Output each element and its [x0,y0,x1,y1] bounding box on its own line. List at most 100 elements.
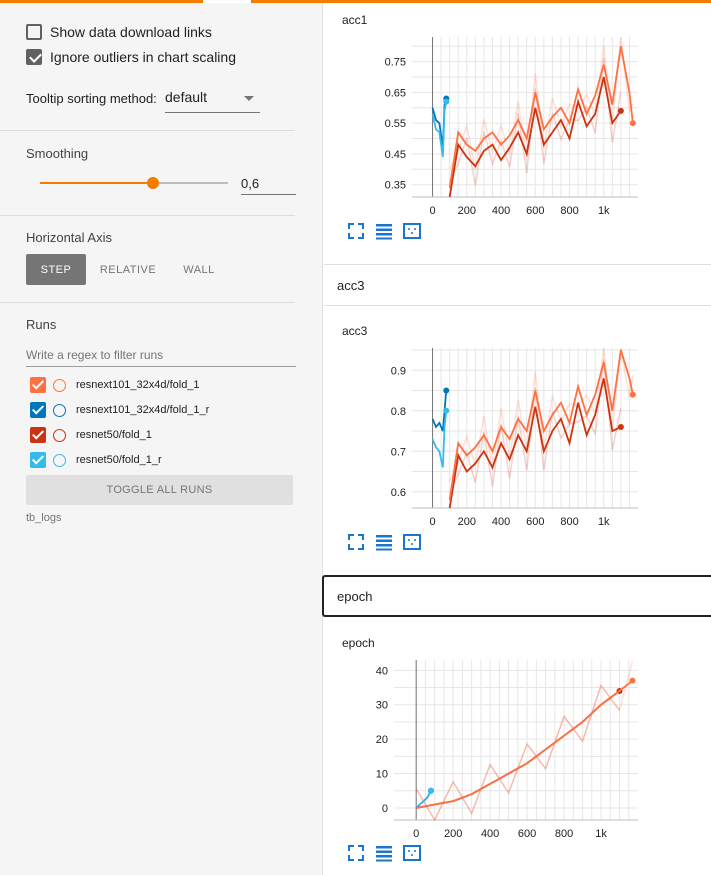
x-tick-label: 0 [429,205,435,217]
series-end-point [629,391,636,398]
run-filter-input[interactable]: Write a regex to filter runs [26,345,296,367]
run-color-circle-icon[interactable] [53,453,66,467]
series-raw-line [415,661,634,822]
chart-title: epoch [342,636,375,650]
chart-acc1[interactable]: 0 200 400 600 800 1k 0.35 0.45 0.55 0.65 0.75 [364,35,644,225]
x-tick-label: 400 [492,205,510,217]
smoothing-slider-handle[interactable] [146,177,159,189]
x-tick-label: 200 [458,205,476,217]
y-tick-label: 0.65 [385,87,406,99]
divider [0,215,295,216]
fullscreen-icon[interactable] [346,843,366,863]
x-tick-label: 800 [560,205,578,217]
smoothing-slider[interactable] [40,177,228,189]
chart-acc3[interactable]: 0 200 400 600 800 1k 0.6 0.7 0.8 0.9 [364,346,644,536]
run-name: resnext101_32x4d/fold_1_r [76,404,210,416]
fit-domain-icon[interactable] [402,221,422,241]
smoothing-input[interactable]: 0,6 [241,173,296,195]
x-tick-label: 400 [492,516,510,528]
tooltip-sort-label: Tooltip sorting method: [26,91,157,106]
fullscreen-icon[interactable] [346,221,366,241]
run-item[interactable]: resnet50/fold_1_r [30,451,162,469]
chart-title: acc1 [342,13,368,27]
series-raw-line [448,36,634,171]
fullscreen-icon[interactable] [346,532,366,552]
chart-toolbar [346,221,430,241]
axis-wall-button[interactable]: WALL [172,254,226,285]
series-end-point [617,107,624,114]
toggle-all-runs-button[interactable]: TOGGLE ALL RUNS [26,475,293,505]
show-download-links-toggle[interactable]: Show data download links [26,22,212,42]
y-tick-label: 0.7 [391,446,406,458]
run-name: resnet50/fold_1_r [76,454,162,466]
run-name: resnext101_32x4d/fold_1 [76,379,200,391]
x-tick-label: 400 [481,828,499,840]
chart-toolbar [346,532,430,552]
series-end-point [443,387,450,394]
checkbox-checked-icon[interactable] [26,49,42,65]
run-checkbox-icon[interactable] [30,377,46,393]
axis-step-button[interactable]: STEP [26,254,86,285]
run-color-circle-icon[interactable] [53,403,66,417]
y-tick-label: 0.75 [385,57,406,69]
series-end-point [617,423,624,430]
run-color-circle-icon[interactable] [53,428,66,442]
group-header-epoch[interactable]: epoch [322,575,711,617]
chart-title: acc3 [342,324,368,338]
ignore-outliers-label: Ignore outliers in chart scaling [50,49,236,65]
x-tick-label: 0 [429,516,435,528]
y-tick-label: 0.9 [391,365,406,377]
y-tick-label: 0.6 [391,487,406,499]
divider [0,302,295,303]
data-table-icon[interactable] [374,532,394,552]
y-tick-label: 10 [376,769,388,781]
fit-domain-icon[interactable] [402,532,422,552]
fit-domain-icon[interactable] [402,843,422,863]
series-end-point [427,787,434,794]
checkbox-icon[interactable] [26,24,42,40]
y-tick-label: 0.35 [385,180,406,192]
y-tick-label: 40 [376,665,388,677]
y-tick-label: 0.55 [385,118,406,130]
run-item[interactable]: resnext101_32x4d/fold_1_r [30,401,209,419]
series-end-point [443,407,450,414]
chart-epoch[interactable]: 0 200 400 600 800 1k 0 10 20 30 40 [354,658,644,848]
run-name: resnet50/fold_1 [76,429,152,441]
tooltip-sort-value: default [165,89,208,105]
y-tick-label: 0.45 [385,149,406,161]
x-tick-label: 0 [413,828,419,840]
run-checkbox-icon[interactable] [30,452,46,468]
x-tick-label: 600 [526,516,544,528]
sidebar: Show data download links Ignore outliers… [0,3,323,875]
smoothing-slider-fill [40,182,153,184]
run-item[interactable]: resnet50/fold_1 [30,426,152,444]
x-tick-label: 800 [555,828,573,840]
horizontal-axis-label: Horizontal Axis [26,230,112,245]
show-download-links-label: Show data download links [50,24,212,40]
series-end-point [443,98,450,105]
x-tick-label: 1k [598,516,610,528]
x-tick-label: 800 [560,516,578,528]
run-checkbox-icon[interactable] [30,402,46,418]
dropdown-arrow-icon [244,96,254,101]
main-panel: acc1 0 200 400 600 800 1k 0.35 0.45 0.55 0.65 0.75… [322,3,711,875]
series-end-point [629,677,636,684]
axis-relative-button[interactable]: RELATIVE [96,254,160,285]
run-item[interactable]: resnext101_32x4d/fold_1 [30,376,200,394]
x-tick-label: 600 [526,205,544,217]
y-tick-label: 0.8 [391,406,406,418]
data-table-icon[interactable] [374,221,394,241]
x-tick-label: 200 [458,516,476,528]
x-tick-label: 1k [595,828,607,840]
data-table-icon[interactable] [374,843,394,863]
run-color-circle-icon[interactable] [53,378,66,392]
log-directory-label: tb_logs [26,512,62,524]
divider [0,130,295,131]
y-tick-label: 20 [376,734,388,746]
ignore-outliers-toggle[interactable]: Ignore outliers in chart scaling [26,47,236,67]
tooltip-sort-dropdown[interactable]: default [165,87,260,113]
x-tick-label: 1k [598,205,610,217]
run-checkbox-icon[interactable] [30,427,46,443]
y-tick-label: 0 [382,803,388,815]
group-header-acc3[interactable]: acc3 [324,264,711,306]
